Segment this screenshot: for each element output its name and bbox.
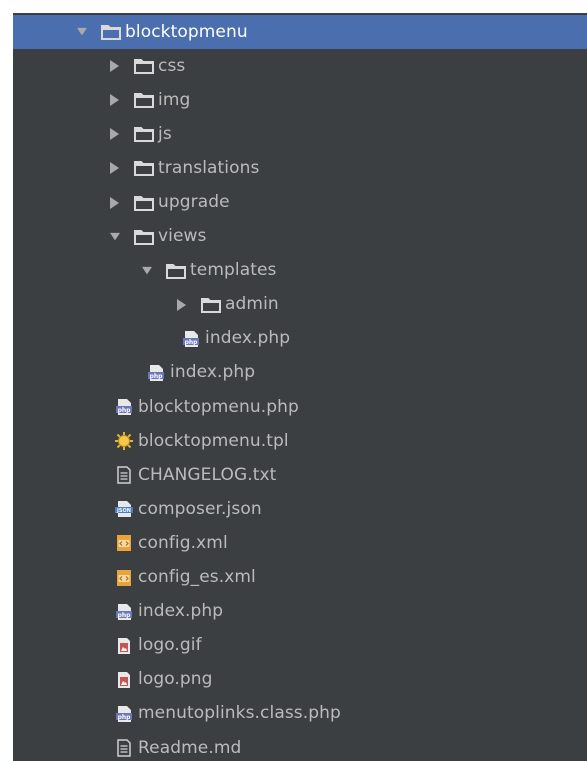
tree-file-row[interactable]: php blocktopmenu.php: [13, 390, 587, 424]
folder-icon: [134, 228, 154, 246]
tree-file-row[interactable]: config_es.xml: [13, 561, 587, 595]
tree-item-label: index.php: [138, 601, 224, 622]
svg-text:php: php: [150, 373, 164, 380]
tree-item-label: blocktopmenu: [125, 21, 248, 42]
tree-folder-row[interactable]: admin: [13, 288, 587, 322]
folder-icon: [101, 23, 121, 41]
tree-file-row[interactable]: JSON composer.json: [13, 492, 587, 526]
tree-file-row[interactable]: logo.gif: [13, 629, 587, 663]
smarty-template-icon: [114, 432, 134, 451]
tree-item-label: index.php: [170, 362, 256, 383]
tree-file-row[interactable]: Readme.md: [13, 731, 587, 761]
tree-file-row[interactable]: logo.png: [13, 663, 587, 697]
tree-item-label: img: [158, 89, 191, 110]
php-file-icon: php: [181, 330, 201, 348]
tree-item-label: composer.json: [138, 498, 262, 519]
tree-item-label: index.php: [205, 328, 291, 349]
php-file-icon: php: [114, 705, 134, 723]
svg-text:php: php: [185, 339, 199, 346]
svg-text:php: php: [118, 612, 132, 619]
chevron-right-icon[interactable]: [110, 196, 120, 209]
chevron-down-icon[interactable]: [110, 231, 120, 243]
tree-folder-row[interactable]: translations: [13, 151, 587, 185]
php-file-icon: php: [114, 398, 134, 416]
tree-item-label: Readme.md: [138, 737, 242, 758]
folder-icon: [134, 125, 154, 143]
image-file-icon: [114, 637, 134, 655]
folder-icon: [134, 57, 154, 75]
chevron-right-icon[interactable]: [110, 162, 120, 175]
folder-icon: [201, 296, 221, 314]
json-file-icon: JSON: [114, 500, 134, 518]
chevron-right-icon[interactable]: [110, 94, 120, 107]
folder-icon: [134, 91, 154, 109]
php-file-icon: php: [146, 364, 166, 382]
tree-file-row[interactable]: CHANGELOG.txt: [13, 458, 587, 492]
svg-text:php: php: [118, 714, 132, 721]
tree-file-row[interactable]: blocktopmenu.tpl: [13, 424, 587, 458]
tree-folder-row[interactable]: views: [13, 220, 587, 254]
chevron-right-icon[interactable]: [177, 298, 187, 311]
tree-folder-row[interactable]: css: [13, 49, 587, 83]
text-file-icon: [114, 466, 134, 485]
tree-item-label: logo.gif: [138, 635, 202, 656]
tree-item-label: CHANGELOG.txt: [138, 464, 277, 485]
tree-item-label: config.xml: [138, 532, 228, 553]
tree-item-label: config_es.xml: [138, 567, 256, 588]
svg-text:php: php: [118, 407, 132, 414]
folder-icon: [134, 159, 154, 177]
xml-file-icon: [114, 534, 134, 552]
tree-item-label: blocktopmenu.tpl: [138, 430, 289, 451]
tree-file-row[interactable]: config.xml: [13, 526, 587, 560]
tree-folder-row[interactable]: img: [13, 83, 587, 117]
tree-file-row[interactable]: php index.php: [13, 595, 587, 629]
svg-text:JSON: JSON: [116, 508, 131, 514]
tree-item-label: js: [158, 123, 172, 144]
tree-folder-row[interactable]: templates: [13, 254, 587, 288]
xml-file-icon: [114, 569, 134, 587]
tree-file-row[interactable]: php index.php: [13, 322, 587, 356]
tree-item-label: upgrade: [158, 192, 230, 213]
tree-folder-row[interactable]: upgrade: [13, 185, 587, 219]
folder-icon: [166, 262, 186, 280]
tree-folder-row[interactable]: blocktopmenu: [13, 15, 587, 50]
tree-item-label: menutoplinks.class.php: [138, 703, 341, 724]
tree-item-label: views: [158, 226, 207, 247]
tree-item-label: translations: [158, 157, 260, 178]
project-tree-panel: blocktopmenu css img js translations upgrade v…: [13, 13, 587, 761]
tree-folder-row[interactable]: js: [13, 117, 587, 151]
chevron-right-icon[interactable]: [110, 128, 120, 141]
chevron-right-icon[interactable]: [110, 60, 120, 73]
php-file-icon: php: [114, 603, 134, 621]
chevron-down-icon[interactable]: [142, 265, 152, 277]
image-file-icon: [114, 671, 134, 689]
tree-item-label: admin: [225, 294, 279, 315]
tree-file-row[interactable]: php index.php: [13, 356, 587, 390]
tree-item-label: css: [158, 55, 186, 76]
chevron-down-icon[interactable]: [77, 26, 87, 38]
tree-item-label: templates: [190, 260, 277, 281]
folder-icon: [134, 194, 154, 212]
tree-file-row[interactable]: php menutoplinks.class.php: [13, 697, 587, 731]
tree-item-label: blocktopmenu.php: [138, 396, 299, 417]
text-file-icon: [114, 739, 134, 757]
tree-item-label: logo.png: [138, 669, 213, 690]
project-tree: blocktopmenu css img js translations upgrade v…: [13, 15, 587, 761]
